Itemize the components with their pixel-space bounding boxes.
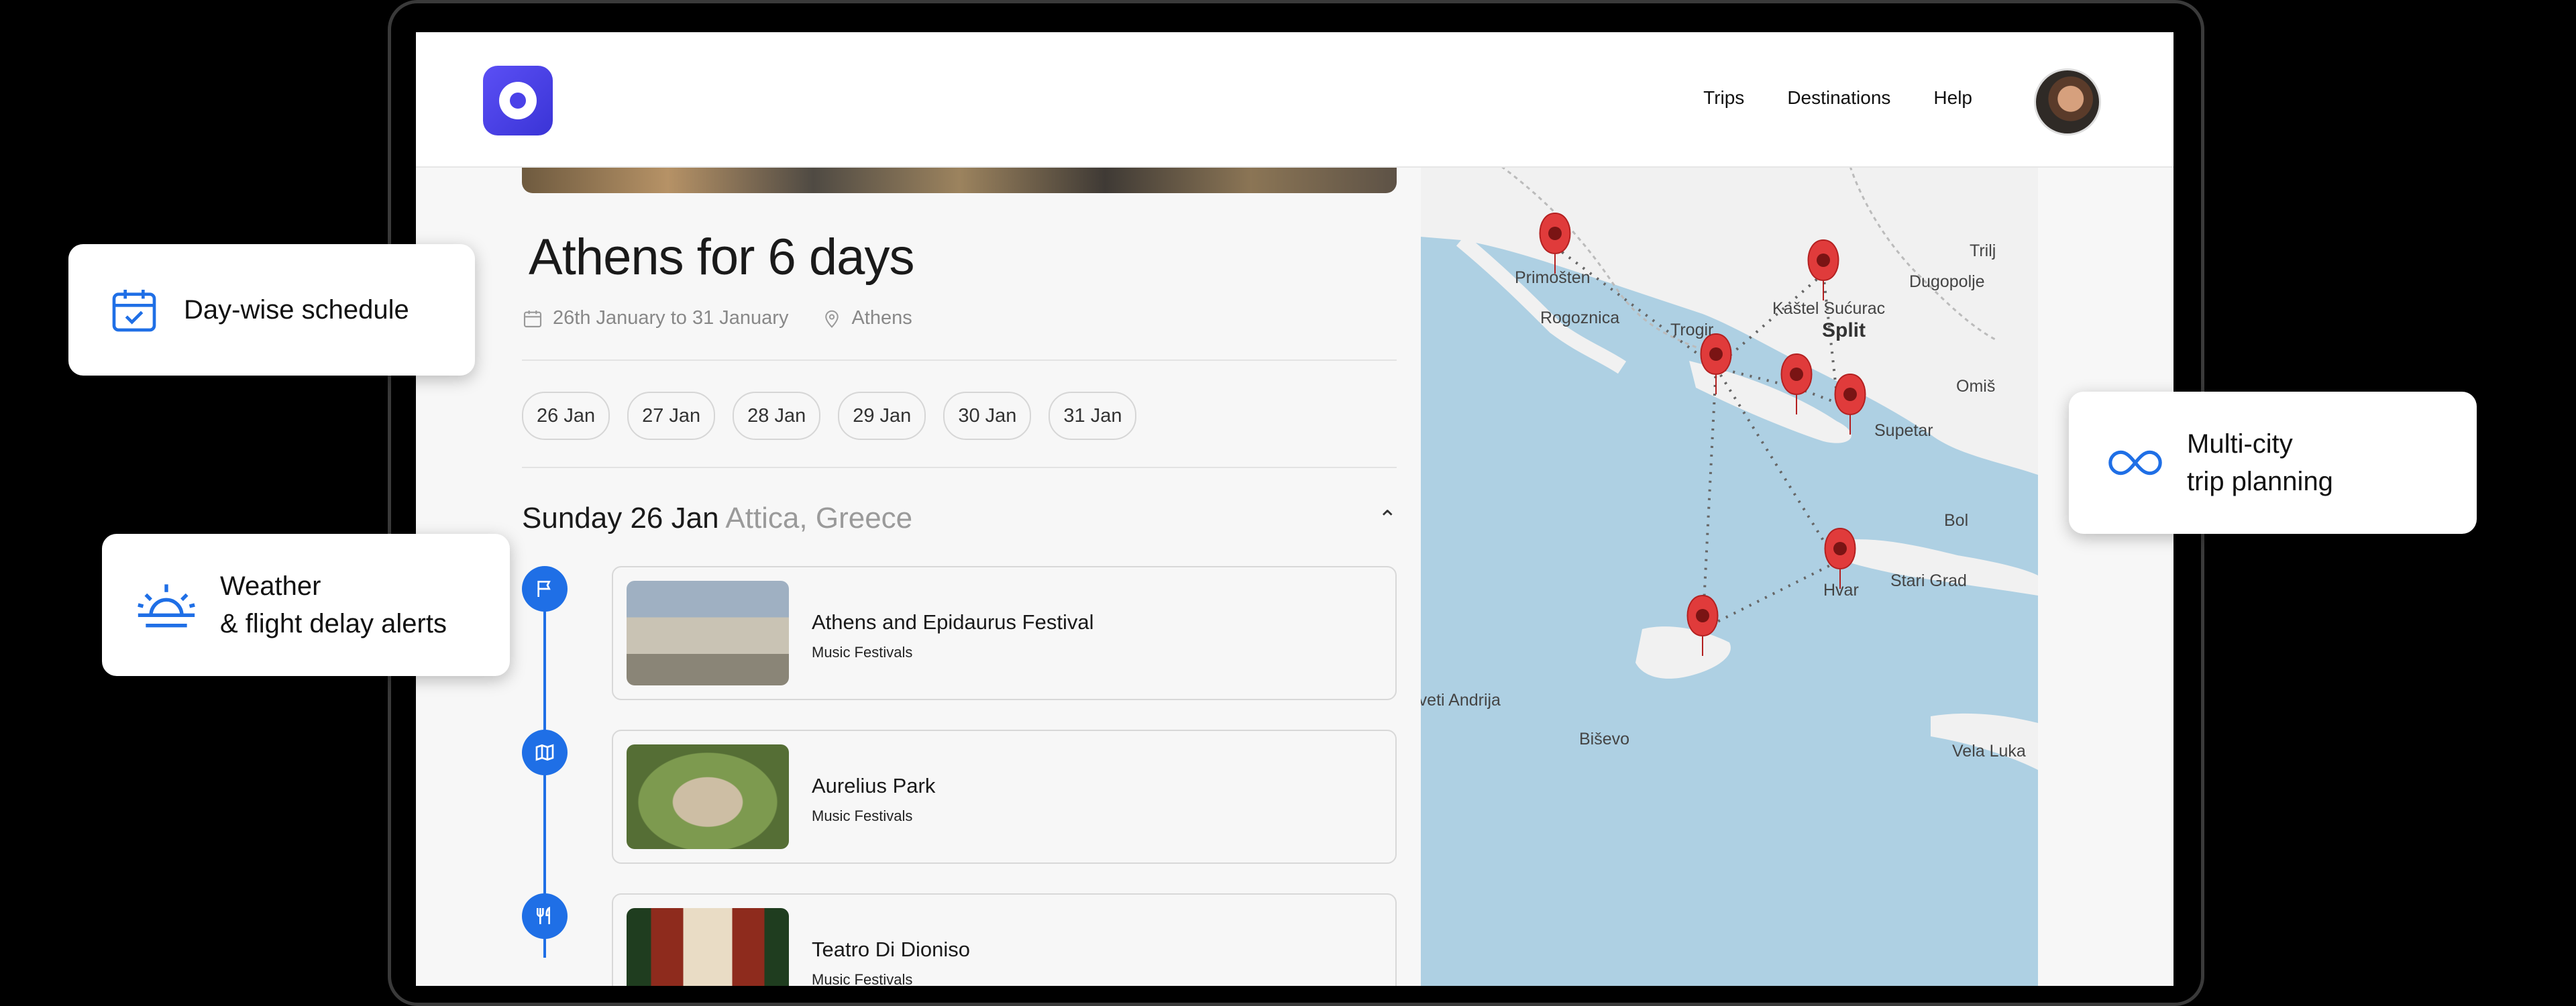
map-label: Sveti Andrija	[1421, 691, 1501, 710]
app-screen: Trips Destinations Help Athens for 6 day…	[416, 32, 2174, 986]
map-label: Trogir	[1670, 321, 1714, 339]
place-thumbnail	[627, 744, 789, 849]
place-name: Teatro Di Dioniso	[812, 938, 971, 961]
map-label: Vela Luka	[1952, 742, 2026, 761]
day-chip[interactable]: 28 Jan	[733, 392, 821, 440]
feature-card-multicity: Multi-city trip planning	[2069, 392, 2477, 534]
feature-label: Multi-city trip planning	[2187, 425, 2333, 500]
feature-line: Multi-city	[2187, 429, 2293, 459]
place-thumbnail	[627, 908, 789, 986]
map-label: Supetar	[1874, 421, 1933, 440]
map-label: Biševo	[1579, 730, 1630, 748]
feature-line: & flight delay alerts	[220, 609, 447, 638]
place-category: Music Festivals	[812, 807, 913, 824]
fork-knife-icon	[522, 893, 568, 939]
top-header: Trips Destinations Help	[416, 32, 2174, 168]
place-thumbnail	[627, 581, 789, 685]
user-avatar[interactable]	[2034, 68, 2101, 135]
map-label: Primošten	[1515, 268, 1591, 287]
day-name: Sunday 26 Jan	[522, 502, 719, 535]
map-label: Kaštel Sućurac	[1772, 299, 1886, 318]
place-category: Music Festivals	[812, 971, 913, 986]
day-region: Attica, Greece	[725, 502, 913, 535]
location-pin-icon	[825, 310, 839, 328]
day-chip[interactable]: 26 Jan	[522, 392, 610, 440]
app-logo[interactable]	[483, 66, 553, 135]
map-label: Split	[1822, 319, 1866, 341]
feature-label: Weather & flight delay alerts	[220, 567, 447, 642]
itinerary-card[interactable]: Aurelius Park Music Festivals	[612, 730, 1397, 864]
feature-card-weather: Weather & flight delay alerts	[102, 534, 510, 676]
divider	[522, 467, 1397, 468]
place-name: Athens and Epidaurus Festival	[812, 610, 1094, 634]
place-name: Aurelius Park	[812, 774, 936, 797]
nav-destinations[interactable]: Destinations	[1787, 87, 1890, 109]
day-chips: 26 Jan 27 Jan 28 Jan 29 Jan 30 Jan 31 Ja…	[522, 392, 1137, 440]
trip-meta: 26th January to 31 January Athens	[522, 307, 912, 329]
day-chip[interactable]: 30 Jan	[943, 392, 1032, 440]
feature-line: trip planning	[2187, 467, 2333, 496]
infinity-icon	[2108, 450, 2162, 476]
feature-card-schedule: Day-wise schedule	[68, 244, 475, 376]
day-heading[interactable]: Sunday 26 Jan Attica, Greece	[522, 502, 912, 535]
flag-icon	[522, 566, 568, 612]
hero-image	[522, 166, 1397, 193]
feature-label: Day-wise schedule	[184, 295, 409, 325]
map-label: Dugopolje	[1909, 272, 1985, 291]
itinerary-card[interactable]: Teatro Di Dioniso Music Festivals	[612, 893, 1397, 986]
divider	[522, 359, 1397, 361]
place-category: Music Festivals	[812, 644, 913, 661]
trip-title: Athens for 6 days	[529, 229, 914, 286]
day-chip[interactable]: 27 Jan	[627, 392, 716, 440]
day-chip[interactable]: 31 Jan	[1049, 392, 1137, 440]
map-label: Trilj	[1970, 241, 1996, 260]
trip-dates: 26th January to 31 January	[553, 307, 789, 329]
chevron-up-icon[interactable]: ⌃	[1378, 506, 1397, 533]
main-nav: Trips Destinations Help	[1703, 87, 1972, 109]
nav-trips[interactable]: Trips	[1703, 87, 1744, 109]
map-icon	[522, 730, 568, 775]
nav-help[interactable]: Help	[1933, 87, 1972, 109]
map-label: Bol	[1944, 511, 1969, 530]
trip-location: Athens	[851, 307, 912, 329]
route-map[interactable]: Trilj Primošten Dugopolje Kaštel Sućurac…	[1421, 166, 2038, 986]
feature-line: Weather	[220, 571, 321, 601]
map-label: Stari Grad	[1890, 571, 1967, 590]
map-label: Rogoznica	[1540, 309, 1620, 327]
map-label: Omiš	[1956, 377, 1996, 396]
map-label: Hvar	[1823, 581, 1859, 600]
calendar-icon	[523, 310, 542, 327]
sunrise-icon	[138, 584, 195, 628]
calendar-check-icon	[112, 290, 156, 332]
itinerary-card[interactable]: Athens and Epidaurus Festival Music Fest…	[612, 566, 1397, 700]
day-chip[interactable]: 29 Jan	[838, 392, 926, 440]
